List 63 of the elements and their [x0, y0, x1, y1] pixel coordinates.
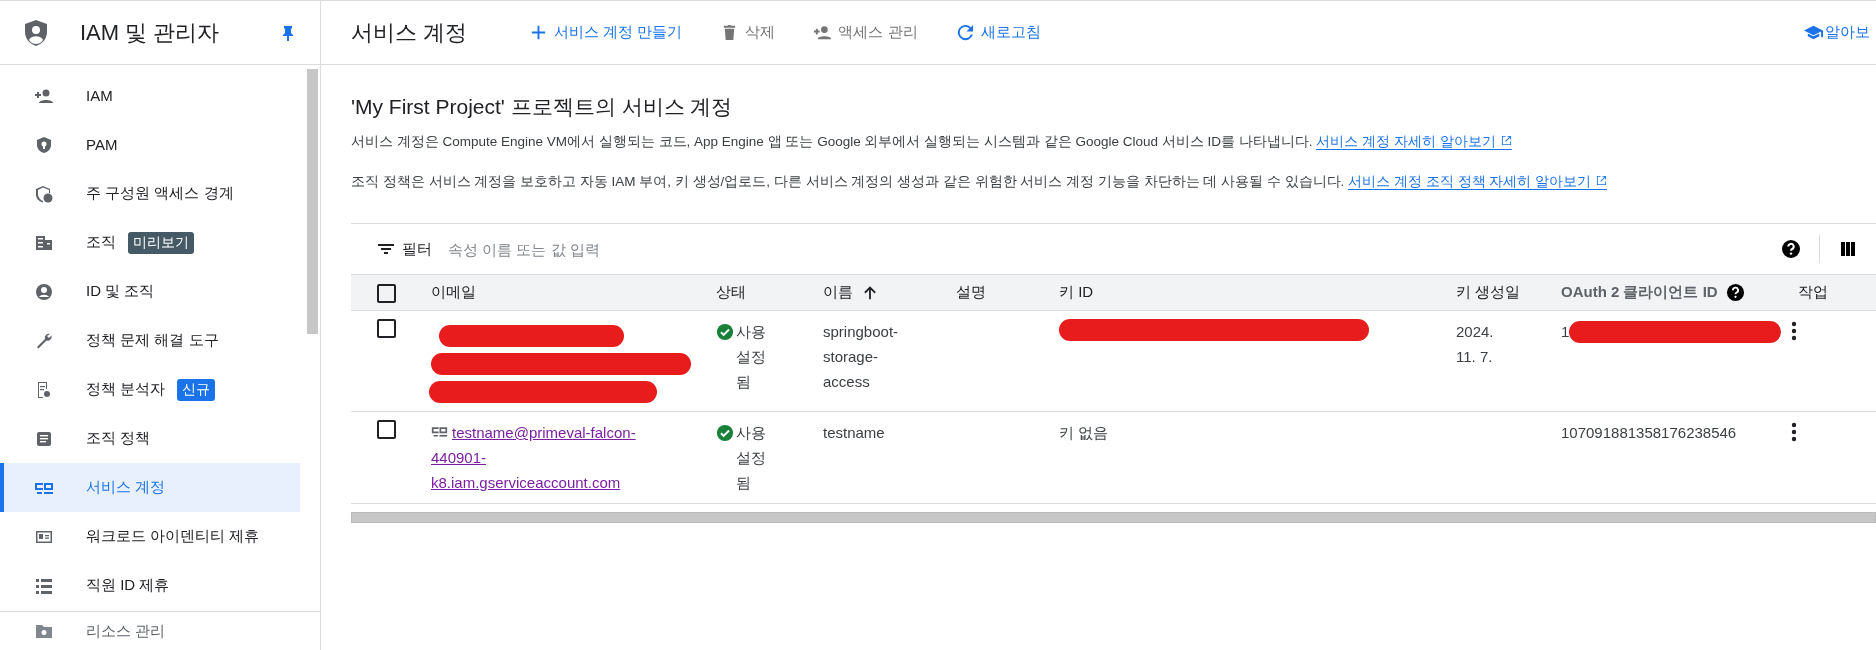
column-header[interactable]: OAuth 2 클라이언트 ID: [1561, 283, 1718, 302]
sidebar-item[interactable]: 조직 미리보기: [0, 218, 300, 267]
column-header[interactable]: 키 생성일: [1456, 283, 1521, 302]
help-icon[interactable]: [1725, 283, 1745, 302]
checkbox[interactable]: [376, 319, 396, 338]
table-cell: 1: [1561, 323, 1570, 340]
sidebar-item[interactable]: 조직 정책: [0, 414, 300, 463]
column-header[interactable]: 이름: [823, 283, 853, 302]
table-cell-text: springboot-storage-access: [823, 322, 900, 392]
shield-person-icon: [24, 18, 48, 47]
sidebar-item[interactable]: ID 및 조직: [0, 267, 300, 316]
person-add-icon: [813, 23, 833, 42]
account-icon: [34, 281, 54, 302]
sidebar-item[interactable]: IAM: [0, 71, 300, 120]
checkbox[interactable]: [376, 420, 396, 439]
column-header[interactable]: 작업: [1798, 283, 1828, 302]
sidebar-item[interactable]: 정책 분석자 신규: [0, 365, 300, 414]
table-cell: 107091881358176238546: [1561, 424, 1737, 441]
description-text: 조직 정책은 서비스 계정을 보호하고 자동 IAM 부여, 키 생성/업로드, 다른 서비스 계정의 생성과 같은 위험한 서비스 계정 기능을 차단하는 데 사용될 수 있습니다.: [351, 174, 1345, 189]
shield-icon: [34, 134, 54, 155]
learn-more-link[interactable]: 서비스 계정 조직 정책 자세히 알아보기: [1348, 174, 1608, 190]
more-vert-icon[interactable]: [1791, 422, 1797, 442]
scrollbar[interactable]: [351, 512, 1876, 523]
column-header[interactable]: 이메일: [431, 283, 476, 302]
sidebar-item[interactable]: 워크로드 아이덴티티 제휴: [0, 512, 300, 561]
product-title: IAM 및 관리자: [80, 18, 221, 47]
table-cell-text: 2024. 11. 7.: [1456, 322, 1495, 367]
section-heading: 'My First Project' 프로젝트의 서비스 계정: [351, 94, 734, 120]
checkbox[interactable]: [376, 284, 396, 303]
table-cell: 키 없음: [1059, 424, 1109, 441]
refresh-icon: [955, 23, 975, 42]
external-link-icon: [1500, 135, 1512, 146]
sidebar-item[interactable]: PAM: [0, 120, 300, 169]
sidebar-item[interactable]: 정책 문제 해결 도구: [0, 316, 300, 365]
description-text: 서비스 계정은 Compute Engine VM에서 실행되는 코드, App Engine 앱 또는 Google 외부에서 실행되는 시스템과 같은 Google Cloud 서비스 ID를 나타냅니다.: [351, 134, 1313, 149]
column-header[interactable]: 상태: [716, 283, 746, 302]
column-header[interactable]: 키 ID: [1059, 283, 1094, 302]
external-link-icon: [1596, 175, 1608, 186]
sidebar-item[interactable]: 주 구성원 액세스 경계: [0, 169, 300, 218]
plus-icon: [529, 23, 548, 42]
graduation-cap-icon: [1804, 23, 1823, 42]
sidebar-item[interactable]: 리소스 관리: [0, 611, 320, 650]
toolbar-button[interactable]: 새로고침: [955, 23, 1041, 42]
learn-more-link[interactable]: 서비스 계정 자세히 알아보기: [1316, 134, 1512, 150]
email-link[interactable]: testname@primeval-falcon-440901-k8.iam.gserviceaccount.com: [431, 420, 656, 495]
columns-icon[interactable]: [1838, 239, 1858, 259]
scrollbar[interactable]: [307, 69, 318, 334]
shield-person-icon: [34, 183, 54, 204]
column-header[interactable]: 설명: [956, 283, 986, 302]
learn-button[interactable]: 알아보: [1804, 23, 1870, 42]
status-badge: 신규: [177, 378, 216, 401]
status-text: 사용 설정됨: [736, 423, 767, 493]
status-badge: 미리보기: [128, 231, 194, 254]
status-text: 사용 설정됨: [736, 322, 767, 392]
more-vert-icon[interactable]: [1791, 321, 1797, 341]
table-cell-text: testname: [823, 423, 886, 443]
toolbar-button[interactable]: 서비스 계정 만들기: [529, 23, 683, 42]
page-title: 서비스 계정: [351, 18, 469, 47]
pin-icon[interactable]: [282, 24, 294, 41]
sidebar-item[interactable]: 직원 ID 제휴: [0, 561, 300, 610]
filter-label: 필터: [402, 239, 432, 259]
sidebar-item[interactable]: 서비스 계정: [0, 463, 300, 512]
help-icon[interactable]: [1781, 239, 1801, 259]
